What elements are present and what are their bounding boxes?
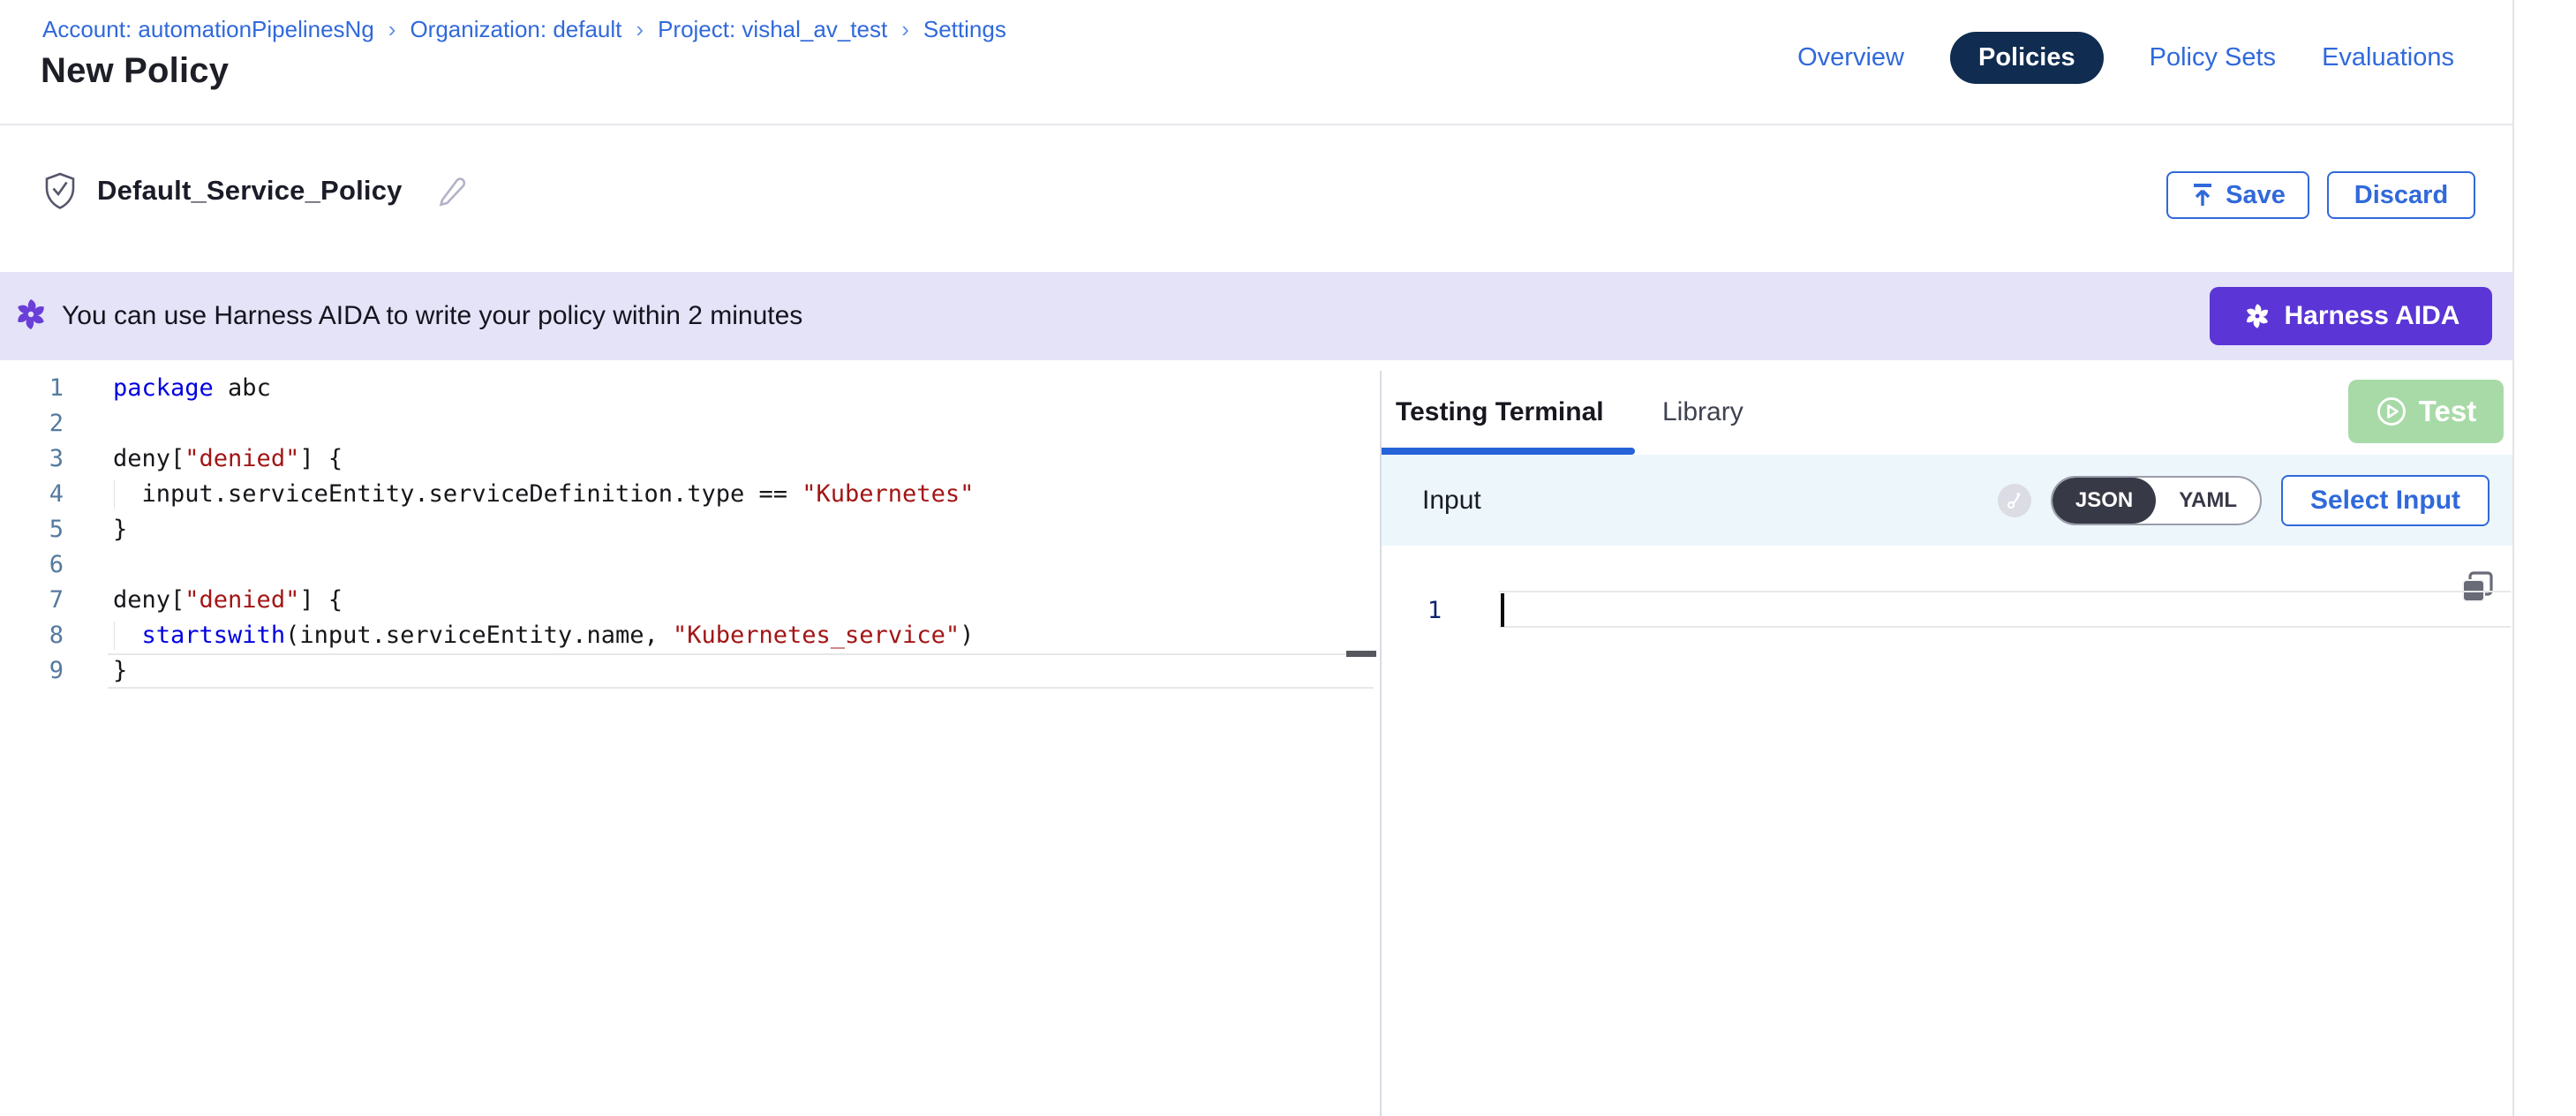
select-input-button[interactable]: Select Input xyxy=(2281,475,2489,526)
overview-ruler-cursor-marker xyxy=(1346,651,1376,657)
code-token: } xyxy=(113,657,127,684)
format-option-json[interactable]: JSON xyxy=(2053,478,2156,524)
branch-icon[interactable] xyxy=(1998,484,2031,517)
code-token: input.serviceEntity.serviceDefinition.ty… xyxy=(113,480,802,508)
policy-code-editor[interactable]: 123456789 package abcdeny["denied"] { in… xyxy=(0,371,1380,1116)
line-number: 5 xyxy=(0,512,69,547)
aida-banner: You can use Harness AIDA to write your p… xyxy=(0,272,2512,360)
active-tab-underline xyxy=(1382,448,1635,455)
breadcrumb-account[interactable]: Account: automationPipelinesNg xyxy=(42,16,374,43)
code-token: "denied" xyxy=(185,445,299,472)
code-token: deny[ xyxy=(113,586,185,614)
nav-evaluations[interactable]: Evaluations xyxy=(2322,43,2454,72)
save-button[interactable]: Save xyxy=(2166,171,2309,219)
code-lines: package abcdeny["denied"] { input.servic… xyxy=(79,371,1376,689)
code-token: startswith xyxy=(142,622,286,649)
nav-policy-sets[interactable]: Policy Sets xyxy=(2150,43,2276,72)
code-line[interactable]: deny["denied"] { xyxy=(79,583,1376,618)
content-right-edge xyxy=(2512,0,2514,1116)
line-number: 1 xyxy=(0,371,69,406)
line-number: 9 xyxy=(0,653,69,689)
code-token: ] { xyxy=(299,586,343,614)
format-option-yaml[interactable]: YAML xyxy=(2156,478,2260,524)
input-label: Input xyxy=(1422,486,1481,516)
breadcrumb-organization[interactable]: Organization: default xyxy=(410,16,621,43)
code-token: abc xyxy=(214,374,271,402)
line-number: 3 xyxy=(0,441,69,477)
current-line-highlight xyxy=(1499,591,2511,628)
aida-flower-icon xyxy=(2242,301,2272,331)
line-number: 2 xyxy=(0,406,69,441)
nav-overview[interactable]: Overview xyxy=(1797,43,1904,72)
code-token: (input.serviceEntity.name, xyxy=(285,622,673,649)
line-number: 6 xyxy=(0,547,69,583)
harness-aida-button[interactable]: Harness AIDA xyxy=(2210,287,2492,345)
aida-flower-icon xyxy=(12,296,49,337)
breadcrumb-project[interactable]: Project: vishal_av_test xyxy=(658,16,887,43)
discard-button[interactable]: Discard xyxy=(2327,171,2475,219)
code-token: "Kubernetes" xyxy=(802,480,974,508)
code-token: "Kubernetes_service" xyxy=(673,622,960,649)
chevron-right-icon: › xyxy=(388,16,396,43)
text-cursor xyxy=(1501,593,1504,627)
tab-testing-terminal[interactable]: Testing Terminal xyxy=(1396,397,1604,427)
policy-editor-page: Account: automationPipelinesNg › Organiz… xyxy=(0,0,2576,1116)
code-line[interactable]: } xyxy=(79,653,1376,689)
play-circle-icon xyxy=(2376,396,2407,427)
format-toggle[interactable]: JSON YAML xyxy=(2051,476,2262,525)
code-token xyxy=(113,622,142,649)
tab-library[interactable]: Library xyxy=(1662,397,1744,427)
line-number: 7 xyxy=(0,583,69,618)
breadcrumb-settings[interactable]: Settings xyxy=(923,16,1006,43)
policy-name: Default_Service_Policy xyxy=(97,175,403,207)
code-token: deny[ xyxy=(113,445,185,472)
code-line[interactable]: startswith(input.serviceEntity.name, "Ku… xyxy=(79,618,1376,653)
policy-nav: Overview Policies Policy Sets Evaluation… xyxy=(1797,32,2454,84)
line-number: 8 xyxy=(0,618,69,653)
chevron-right-icon: › xyxy=(901,16,909,43)
code-token: } xyxy=(113,516,127,543)
code-token: ) xyxy=(960,622,974,649)
code-line[interactable]: deny["denied"] { xyxy=(79,441,1376,477)
test-input-editor[interactable]: 1 xyxy=(1382,546,2512,1116)
nav-policies[interactable]: Policies xyxy=(1950,32,2104,84)
input-header-row: Input JSON YAML Select Input xyxy=(1382,455,2512,546)
test-button[interactable]: Test xyxy=(2348,380,2504,443)
code-line[interactable]: } xyxy=(79,512,1376,547)
code-token: ] { xyxy=(299,445,343,472)
code-gutter: 123456789 xyxy=(0,371,69,689)
code-line[interactable] xyxy=(79,406,1376,441)
line-number: 4 xyxy=(0,477,69,512)
aida-banner-message: You can use Harness AIDA to write your p… xyxy=(62,301,802,331)
code-token: "denied" xyxy=(185,586,299,614)
code-line[interactable]: package abc xyxy=(79,371,1376,406)
terminal-tabs: Testing Terminal Library Test xyxy=(1382,371,2512,455)
breadcrumb: Account: automationPipelinesNg › Organiz… xyxy=(42,16,1006,43)
upload-icon xyxy=(2190,182,2215,208)
code-line[interactable] xyxy=(79,547,1376,583)
line-number: 1 xyxy=(1421,597,1448,624)
page-title: New Policy xyxy=(41,51,229,91)
page-header: Account: automationPipelinesNg › Organiz… xyxy=(0,0,2512,125)
code-line[interactable]: input.serviceEntity.serviceDefinition.ty… xyxy=(79,477,1376,512)
policy-toolbar: Default_Service_Policy Save Discard xyxy=(0,127,2512,272)
testing-panel: Testing Terminal Library Test Input xyxy=(1382,371,2512,1116)
code-token: package xyxy=(113,374,214,402)
chevron-right-icon: › xyxy=(636,16,644,43)
edit-pencil-icon[interactable] xyxy=(434,174,468,207)
shield-check-icon xyxy=(42,171,78,210)
